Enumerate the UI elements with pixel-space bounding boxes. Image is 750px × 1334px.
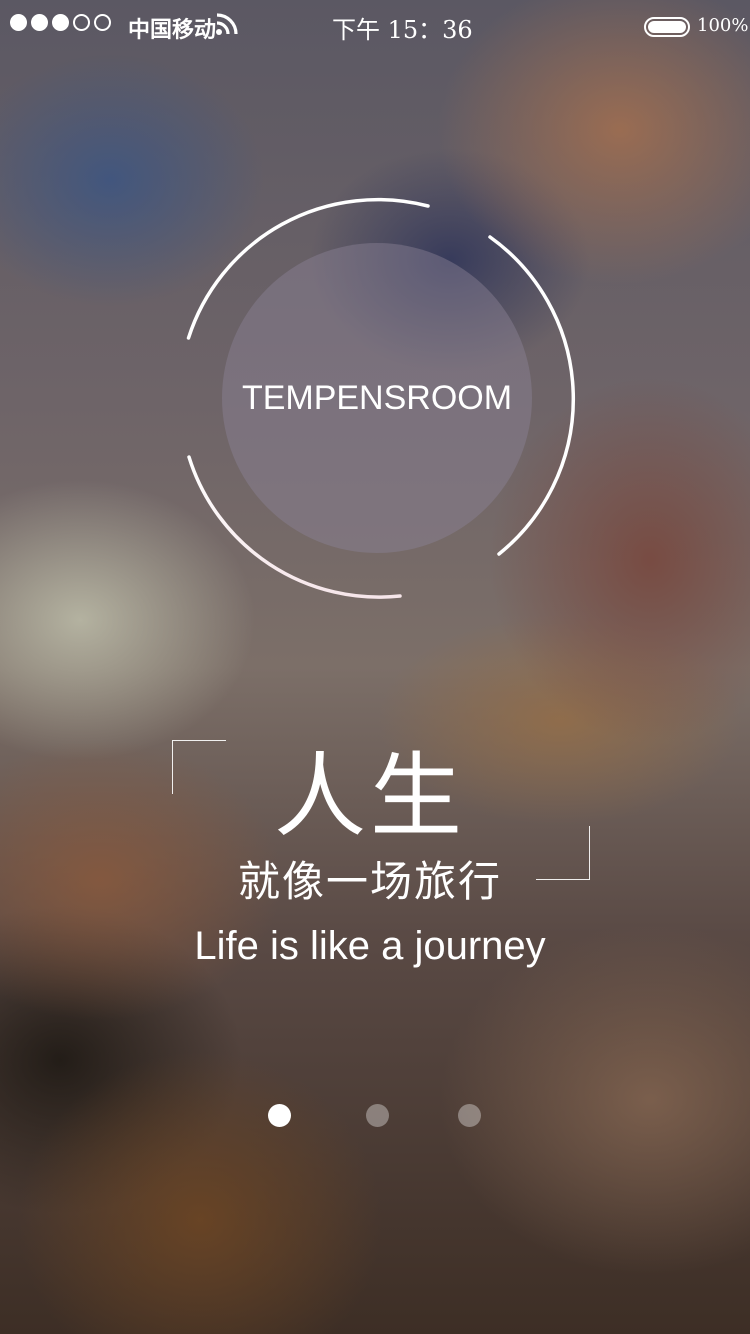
page-dot-3[interactable]: [458, 1104, 481, 1127]
battery-icon: [644, 17, 690, 37]
carrier-name: 中国移动: [128, 18, 217, 43]
signal-strength-icon: [10, 14, 111, 31]
signal-dot: [52, 14, 69, 31]
signal-dot: [94, 14, 111, 31]
status-time: 下午 15：36: [332, 16, 473, 44]
status-bar: 中国移动 下午 15：36 100%: [0, 0, 750, 50]
signal-dot: [10, 14, 27, 31]
battery-level-fill: [648, 21, 686, 33]
page-dot-2[interactable]: [366, 1104, 389, 1127]
signal-dot: [31, 14, 48, 31]
signal-dot: [73, 14, 90, 31]
page-indicator: [0, 1104, 750, 1128]
wifi-icon: [216, 13, 238, 35]
slogan-subline: 就像一场旅行: [237, 857, 502, 906]
splash-screen: 中国移动 下午 15：36 100% TEMPENSROOM 人生 就像一场旅行…: [0, 0, 750, 1334]
battery-percent: 100%: [697, 15, 749, 36]
slogan-tagline: Life is like a journey: [194, 924, 546, 968]
brand-logo-text: TEMPENSROOM: [241, 378, 513, 417]
page-dot-1[interactable]: [268, 1104, 291, 1127]
slogan-headline: 人生: [273, 743, 466, 850]
